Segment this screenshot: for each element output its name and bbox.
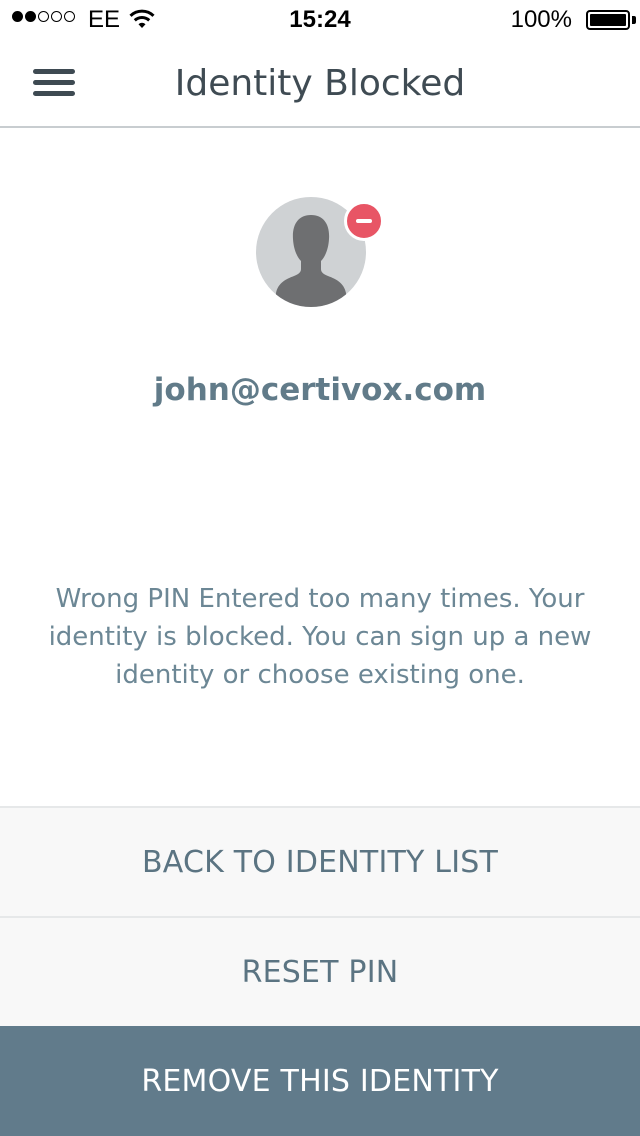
page-title: Identity Blocked (174, 63, 466, 104)
navigation-bar: Identity Blocked (0, 40, 640, 128)
reset-pin-button[interactable]: RESET PIN (0, 916, 640, 1026)
battery-tip (632, 16, 636, 24)
blocked-message: Wrong PIN Entered too many times. Your i… (48, 584, 592, 690)
back-to-identity-list-button[interactable]: BACK TO IDENTITY LIST (0, 806, 640, 916)
identity-email: john@certivox.com (153, 372, 487, 408)
minus-circle-icon (344, 201, 384, 241)
status-bar: EE 15:24 100% (0, 0, 640, 40)
identity-blocked-screen: EE 15:24 100% Identity Blocked john@cert… (0, 0, 640, 1136)
battery-percentage: 100% (510, 6, 572, 33)
battery-icon (586, 10, 630, 30)
remove-identity-button[interactable]: REMOVE THIS IDENTITY (0, 1026, 640, 1136)
